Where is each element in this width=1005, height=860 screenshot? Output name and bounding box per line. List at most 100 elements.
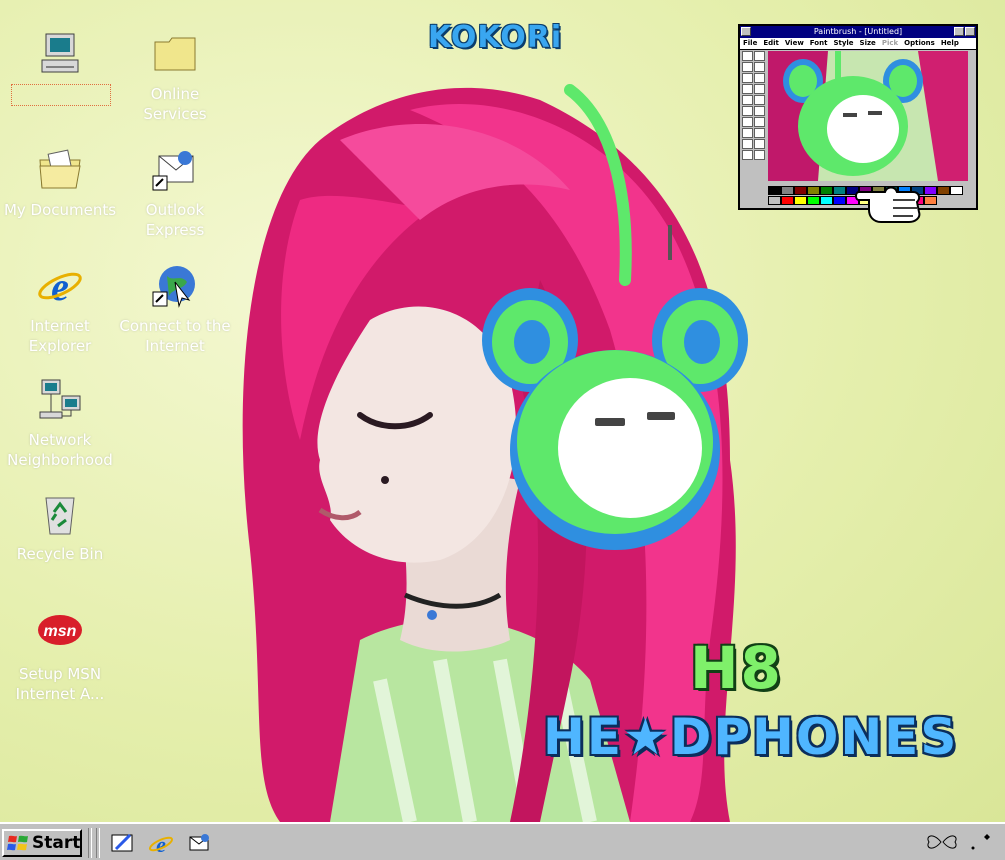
quicklaunch-ie-icon[interactable]: e [148,831,174,855]
connect-internet-label: Connect to the Internet [119,317,231,355]
online-services-item[interactable]: Online Services [117,30,233,124]
maximize-button[interactable] [965,27,975,36]
paint-title: Paintbrush - [Untitled] [813,27,903,36]
connect-globe-icon [151,262,199,310]
connect-internet-item[interactable]: Connect to the Internet [117,262,233,356]
msn-logo-icon: msn [36,610,84,658]
palette-color-swatch[interactable] [950,186,963,195]
palette-color-swatch[interactable] [924,186,937,195]
recycle-bin-item[interactable]: Recycle Bin [2,490,118,564]
palette-color-swatch[interactable] [833,196,846,205]
palette-color-swatch[interactable] [794,196,807,205]
paint-menu-options[interactable]: Options [904,39,935,47]
paint-tool-icon[interactable] [754,139,765,149]
network-neighborhood-item[interactable]: Network Neighborhood [2,376,118,470]
quicklaunch-outlook-icon[interactable] [186,831,212,855]
outlook-express-item[interactable]: Outlook Express [117,146,233,240]
paint-menu-edit[interactable]: Edit [763,39,779,47]
network-neighborhood-label: Network Neighborhood [7,431,113,469]
palette-color-swatch[interactable] [937,186,950,195]
my-computer-icon-item[interactable] [2,30,118,106]
caption-h8: H8 [690,634,783,702]
svg-text:msn: msn [44,623,77,640]
paint-tool-icon[interactable] [754,62,765,72]
paint-tool-icon[interactable] [742,84,753,94]
paint-menu-help[interactable]: Help [941,39,959,47]
palette-color-swatch[interactable] [820,186,833,195]
paint-menubar: File Edit View Font Style Size Pick Options Help [740,38,976,50]
paint-tool-icon[interactable] [754,95,765,105]
butterfly-icon[interactable] [927,835,957,849]
start-button[interactable]: Start [2,829,82,857]
svg-text:e: e [156,832,166,855]
paint-tool-icon[interactable] [742,51,753,61]
online-services-label: Online Services [143,85,207,123]
outlook-icon [151,146,199,194]
paint-tool-icon[interactable] [754,51,765,61]
palette-color-swatch[interactable] [807,186,820,195]
paint-tool-icon[interactable] [742,106,753,116]
recycle-bin-icon [36,490,84,538]
caption-headphones: HE★DPHONES [543,708,959,766]
computer-icon [36,30,84,78]
paint-toolbox [742,51,766,163]
svg-text:e: e [51,264,69,309]
paint-menu-pick[interactable]: Pick [882,39,898,47]
paint-titlebar[interactable]: Paintbrush - [Untitled] [740,26,976,38]
setup-msn-label: Setup MSN Internet A... [15,665,105,703]
sparkle-icon [984,834,990,840]
kokori-title: KOKORi [428,20,563,55]
setup-msn-item[interactable]: msn Setup MSN Internet A... [2,610,118,704]
show-desktop-icon[interactable] [110,831,136,855]
documents-folder-icon [36,146,84,194]
network-computers-icon [36,376,84,424]
internet-explorer-label: Internet Explorer [28,317,92,355]
tray-dot-icon [971,846,975,850]
my-documents-item[interactable]: My Documents [2,146,118,220]
taskbar: Start e [0,822,1005,860]
palette-color-swatch[interactable] [781,196,794,205]
system-menu-button[interactable] [741,27,751,36]
paint-tool-icon[interactable] [754,84,765,94]
my-computer-label [11,84,111,106]
folder-icon [151,30,199,78]
minimize-button[interactable] [954,27,964,36]
paint-tool-icon[interactable] [742,95,753,105]
palette-color-swatch[interactable] [807,196,820,205]
outlook-express-label: Outlook Express [145,201,205,239]
pointing-hand-cursor-icon [855,186,921,223]
recycle-bin-label: Recycle Bin [16,545,104,563]
paint-tool-icon[interactable] [754,128,765,138]
taskbar-separator [88,828,92,858]
start-label: Start [32,833,81,853]
palette-color-swatch[interactable] [794,186,807,195]
paint-menu-style[interactable]: Style [833,39,853,47]
palette-color-swatch[interactable] [833,186,846,195]
paint-tool-icon[interactable] [742,73,753,83]
system-tray [921,828,1001,856]
paint-tool-icon[interactable] [742,62,753,72]
desktop: KOKORi Online Services My Documents Outl… [0,0,1005,822]
paint-tool-icon[interactable] [754,150,765,160]
paint-tool-icon[interactable] [742,128,753,138]
paint-menu-view[interactable]: View [785,39,804,47]
palette-color-swatch[interactable] [768,186,781,195]
palette-color-swatch[interactable] [924,196,937,205]
paint-menu-file[interactable]: File [743,39,757,47]
paint-tool-icon[interactable] [742,150,753,160]
paint-tool-icon[interactable] [754,73,765,83]
internet-explorer-item[interactable]: e Internet Explorer [2,262,118,356]
paint-tool-icon[interactable] [754,106,765,116]
windows-logo-icon [7,835,28,851]
paint-menu-font[interactable]: Font [810,39,828,47]
paint-canvas[interactable] [768,51,968,181]
palette-color-swatch[interactable] [768,196,781,205]
paint-tool-icon[interactable] [742,117,753,127]
paint-menu-size[interactable]: Size [860,39,876,47]
internet-explorer-icon: e [36,262,84,310]
paint-tool-icon[interactable] [754,117,765,127]
paint-tool-icon[interactable] [742,139,753,149]
palette-color-swatch[interactable] [820,196,833,205]
quicklaunch-grip [96,828,100,858]
palette-color-swatch[interactable] [781,186,794,195]
